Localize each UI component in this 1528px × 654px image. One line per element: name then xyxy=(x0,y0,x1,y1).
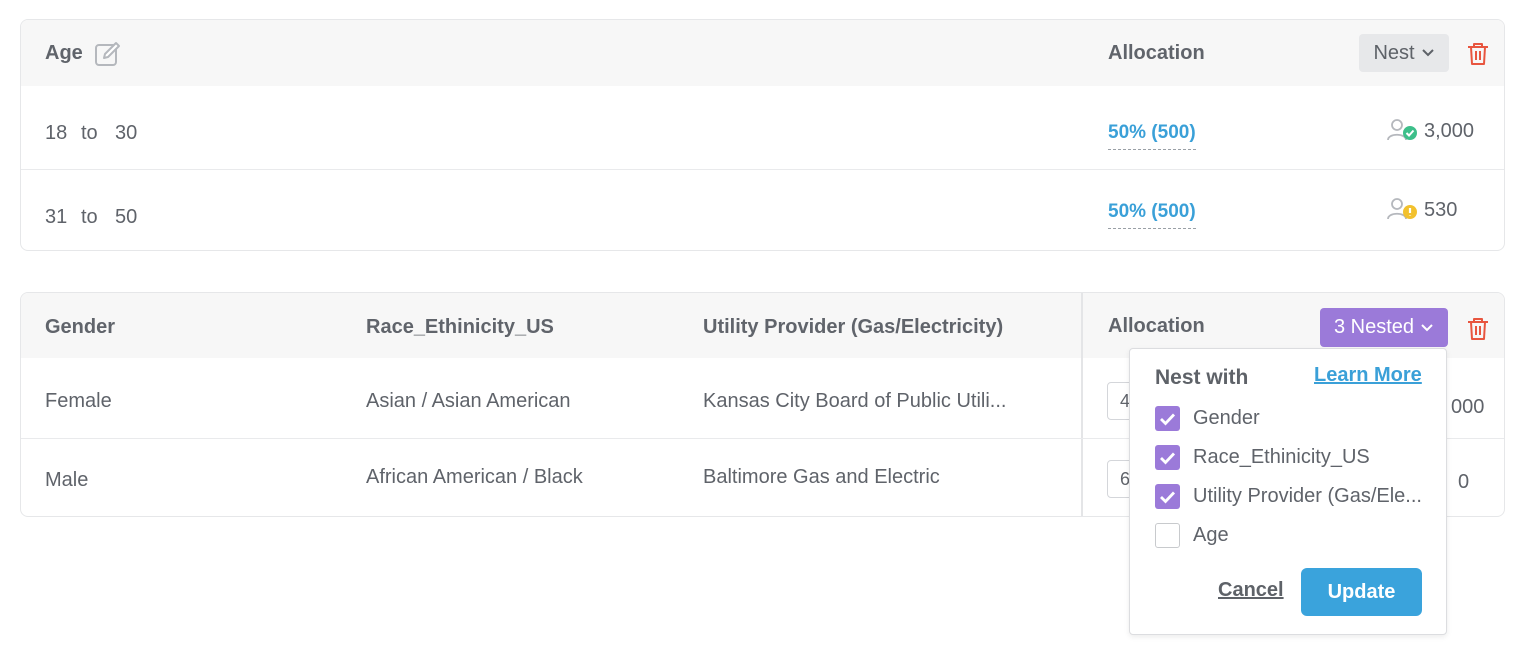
column-header-utility: Utility Provider (Gas/Electricity) xyxy=(703,316,1004,338)
checkbox-checked[interactable] xyxy=(1155,484,1180,509)
cell-gender: Male xyxy=(45,469,89,491)
allocation-header: Allocation xyxy=(1108,42,1205,64)
update-button[interactable]: Update xyxy=(1301,568,1422,616)
nest-with-popup: Nest with Learn More Gender Race_Ethinic… xyxy=(1129,348,1447,635)
range-separator: to xyxy=(81,122,98,144)
cell-race: Asian / Asian American xyxy=(366,390,571,412)
age-quota-header: Age Allocation Nest xyxy=(21,20,1504,86)
nest-button-label: Nest xyxy=(1373,41,1415,64)
cancel-button[interactable]: Cancel xyxy=(1218,579,1284,602)
nest-option-gender[interactable]: Gender xyxy=(1155,406,1425,431)
checkmark-icon xyxy=(1160,413,1176,426)
edit-icon[interactable] xyxy=(94,40,122,68)
checkmark-icon xyxy=(1160,491,1176,504)
option-label: Race_Ethinicity_US xyxy=(1193,446,1370,468)
range-from: 31 xyxy=(45,206,68,228)
available-value: 3,000 xyxy=(1424,119,1475,142)
cell-utility: Baltimore Gas and Electric xyxy=(703,466,940,488)
learn-more-link[interactable]: Learn More xyxy=(1314,364,1422,387)
cell-gender: Female xyxy=(45,390,112,412)
range-from: 18 xyxy=(45,122,68,144)
option-label: Gender xyxy=(1193,407,1260,429)
user-check-icon xyxy=(1387,119,1417,141)
available-value: 530 xyxy=(1424,198,1458,221)
column-header-gender: Gender xyxy=(45,316,116,338)
range-to: 30 xyxy=(115,122,138,144)
checkbox-checked[interactable] xyxy=(1155,406,1180,431)
popup-title: Nest with xyxy=(1155,366,1249,389)
chevron-down-icon xyxy=(1421,49,1434,57)
nest-option-utility[interactable]: Utility Provider (Gas/Ele... xyxy=(1155,484,1425,509)
available-value: 000 xyxy=(1451,396,1485,418)
option-label: Utility Provider (Gas/Ele... xyxy=(1193,485,1422,507)
column-header-race: Race_Ethinicity_US xyxy=(366,316,554,338)
cell-utility: Kansas City Board of Public Utili... xyxy=(703,390,1007,412)
chevron-down-icon xyxy=(1421,323,1433,331)
quota-title: Age xyxy=(45,42,83,64)
range-separator: to xyxy=(81,206,98,228)
nest-button[interactable]: Nest xyxy=(1359,34,1449,72)
available-count: 530 xyxy=(1386,197,1457,223)
option-label: Age xyxy=(1193,524,1229,546)
allocation-header: Allocation xyxy=(1108,315,1205,337)
checkbox-unchecked[interactable] xyxy=(1155,523,1180,548)
allocation-link[interactable]: 50% (500) xyxy=(1108,201,1196,229)
nested-button-label: 3 Nested xyxy=(1333,316,1415,338)
row-divider xyxy=(21,169,1504,170)
checkmark-icon xyxy=(1160,452,1176,465)
available-count: 3,000 xyxy=(1386,118,1474,144)
available-value: 0 xyxy=(1458,471,1470,493)
trash-icon[interactable] xyxy=(1467,317,1489,341)
cell-race: African American / Black xyxy=(366,466,583,488)
checkbox-checked[interactable] xyxy=(1155,445,1180,470)
column-separator xyxy=(1081,293,1083,516)
range-to: 50 xyxy=(115,206,138,228)
age-quota-card: Age Allocation Nest 18 to 30 50% (500) 3… xyxy=(20,19,1505,251)
nest-option-race[interactable]: Race_Ethinicity_US xyxy=(1155,445,1425,470)
allocation-link[interactable]: 50% (500) xyxy=(1108,122,1196,150)
nested-button[interactable]: 3 Nested xyxy=(1320,308,1448,347)
user-warning-icon xyxy=(1387,198,1417,220)
trash-icon[interactable] xyxy=(1467,42,1489,66)
nest-option-age[interactable]: Age xyxy=(1155,523,1425,548)
